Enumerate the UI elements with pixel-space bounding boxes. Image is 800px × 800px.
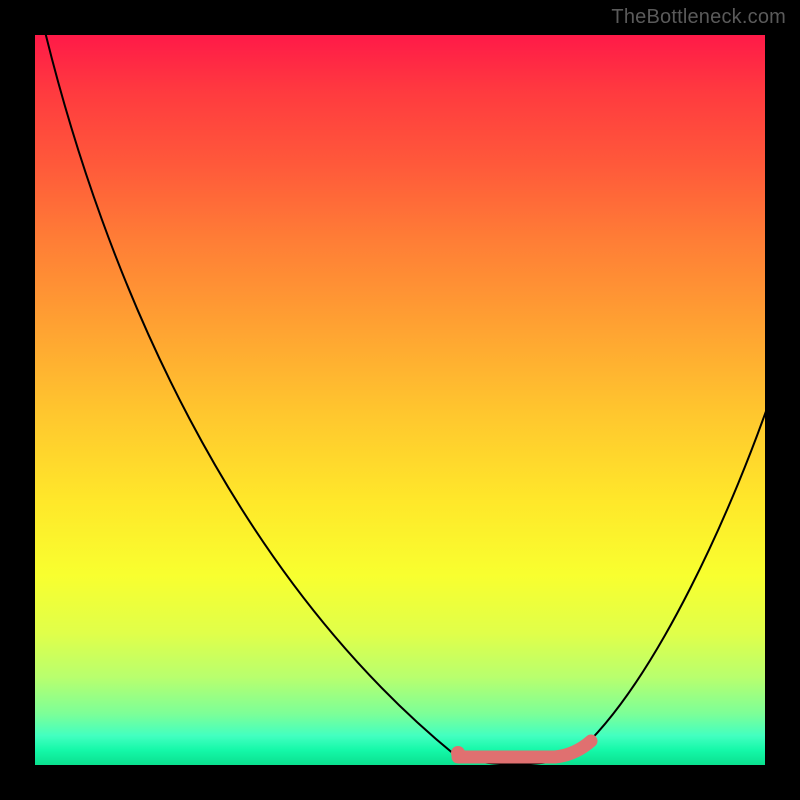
plot-area [35, 35, 765, 765]
optimal-point-dot [451, 746, 465, 760]
optimal-range-bar [458, 741, 591, 757]
chart-container: TheBottleneck.com [0, 0, 800, 800]
bottleneck-curve [41, 35, 765, 764]
chart-svg [35, 35, 765, 765]
watermark-text: TheBottleneck.com [611, 6, 786, 29]
